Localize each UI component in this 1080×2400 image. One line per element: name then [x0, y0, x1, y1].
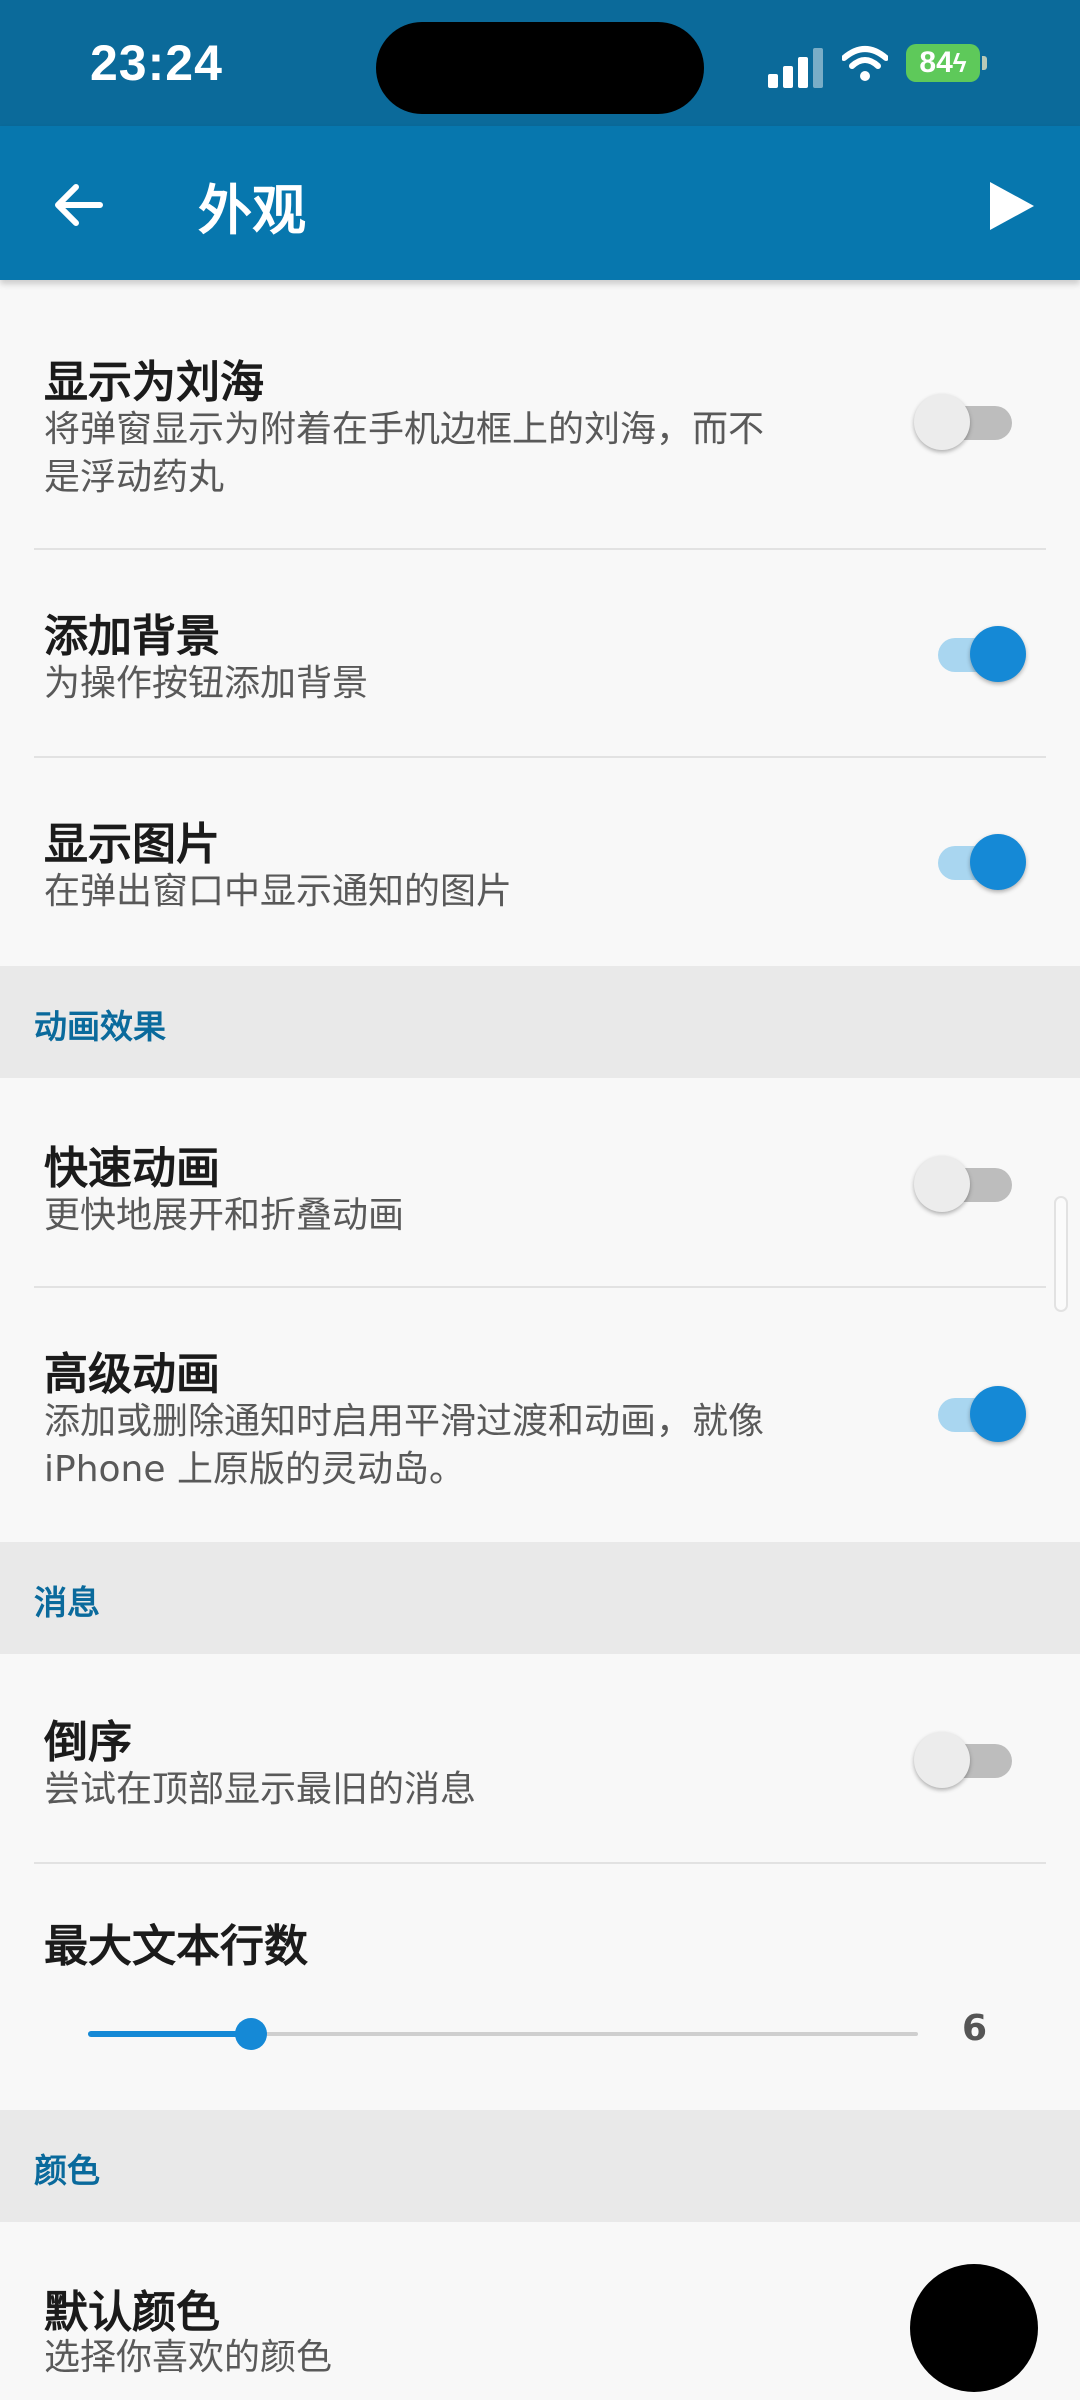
page-title: 外观 — [198, 179, 306, 242]
setting-title: 最大文本行数 — [44, 1921, 308, 1972]
battery-level: 84 — [919, 46, 953, 79]
signal-icon — [768, 48, 824, 88]
section-title: 动画效果 — [34, 1007, 166, 1046]
setting-subtitle: 尝试在顶部显示最旧的消息 — [44, 1769, 477, 1810]
setting-title: 显示图片 — [44, 819, 220, 870]
section-colors: 颜色 — [0, 2110, 1080, 2222]
section-messages: 消息 — [0, 1542, 1080, 1654]
battery-icon: 84 ϟ — [906, 44, 980, 82]
color-swatch[interactable] — [910, 2264, 1038, 2392]
divider — [34, 1286, 1046, 1288]
battery-tip — [982, 56, 987, 70]
scrollbar[interactable] — [1054, 1196, 1068, 1312]
reverse-order-toggle[interactable] — [914, 1730, 1014, 1790]
setting-subtitle: 更快地展开和折叠动画 — [44, 1195, 405, 1236]
notch-toggle[interactable] — [914, 392, 1014, 452]
section-animation: 动画效果 — [0, 966, 1080, 1078]
setting-subtitle: 将弹窗显示为附着在手机边框上的刘海，而不 — [44, 409, 765, 450]
dynamic-island — [376, 22, 704, 114]
setting-subtitle: 是浮动药丸 — [44, 457, 225, 498]
setting-title: 默认颜色 — [44, 2287, 220, 2338]
divider — [34, 548, 1046, 550]
back-arrow-icon[interactable] — [44, 170, 114, 240]
setting-title: 倒序 — [44, 1717, 132, 1768]
clock: 23:24 — [90, 35, 223, 91]
setting-subtitle: 添加或删除通知时启用平滑过渡和动画，就像 — [44, 1401, 765, 1442]
wifi-icon — [842, 46, 888, 81]
status-bar: 23:24 84 ϟ — [0, 0, 1080, 126]
slider-fill — [88, 2031, 251, 2037]
divider — [34, 756, 1046, 758]
app-bar: 外观 — [0, 126, 1080, 280]
divider — [34, 1862, 1046, 1864]
slider-thumb[interactable] — [234, 2018, 267, 2050]
section-title: 颜色 — [34, 2151, 100, 2190]
setting-title: 显示为刘海 — [44, 357, 264, 408]
setting-subtitle: 为操作按钮添加背景 — [44, 663, 369, 704]
images-toggle[interactable] — [926, 832, 1026, 892]
setting-subtitle: iPhone 上原版的灵动岛。 — [44, 1449, 465, 1490]
section-title: 消息 — [34, 1583, 100, 1622]
setting-title: 添加背景 — [44, 611, 220, 662]
play-icon[interactable] — [982, 178, 1038, 234]
advanced-animation-toggle[interactable] — [926, 1384, 1026, 1444]
setting-title: 快速动画 — [44, 1143, 220, 1194]
setting-subtitle: 在弹出窗口中显示通知的图片 — [44, 871, 513, 912]
background-toggle[interactable] — [926, 624, 1026, 684]
fast-animation-toggle[interactable] — [914, 1154, 1014, 1214]
max-lines-slider[interactable] — [88, 2014, 918, 2054]
setting-title: 高级动画 — [44, 1349, 220, 1400]
slider-value: 6 — [962, 2008, 988, 2049]
setting-subtitle: 选择你喜欢的颜色 — [44, 2337, 333, 2378]
